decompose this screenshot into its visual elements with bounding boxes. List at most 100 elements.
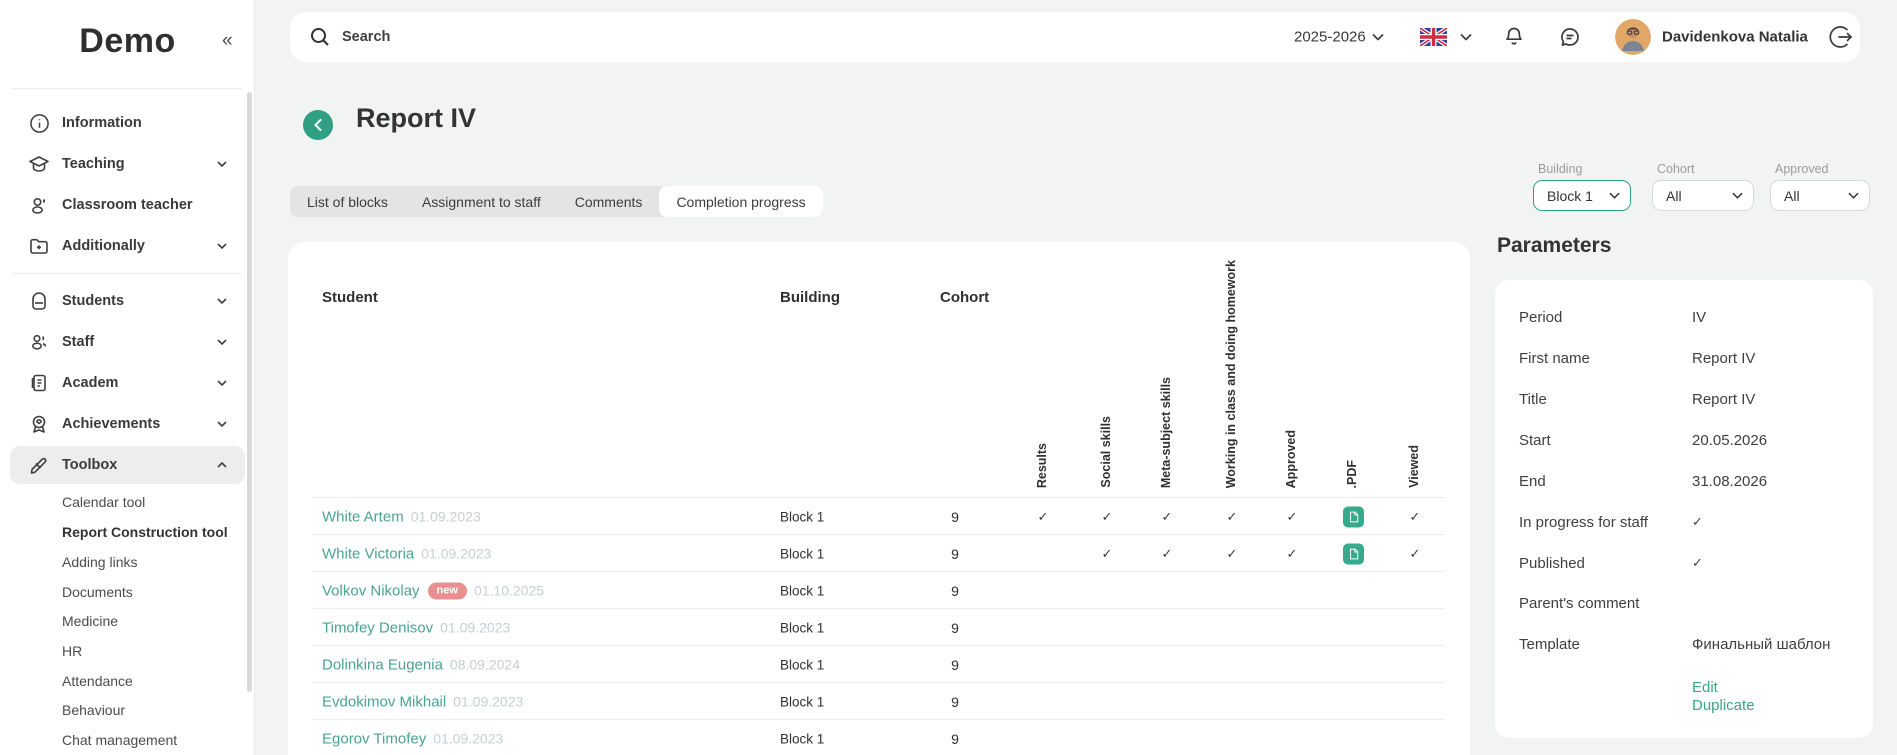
sidebar-scrollbar[interactable] (247, 92, 252, 692)
sidebar-item-staff[interactable]: Staff (0, 325, 255, 359)
cohort-cell: 9 (940, 731, 970, 747)
page-title: Report IV (356, 103, 476, 134)
student-link[interactable]: Dolinkina Eugenia (322, 656, 443, 673)
pdf-icon[interactable] (1343, 543, 1364, 564)
chevron-up-icon (217, 462, 227, 468)
param-label: First name (1519, 350, 1590, 367)
building-cell: Block 1 (780, 620, 824, 635)
notifications-bell-icon[interactable] (1502, 25, 1526, 49)
student-link[interactable]: White Victoria (322, 545, 414, 562)
arrow-left-icon (310, 117, 326, 133)
cohort-select[interactable]: All (1652, 180, 1754, 211)
cohort-cell: 9 (940, 694, 970, 710)
submenu-medicine[interactable]: Medicine (62, 613, 118, 629)
tab-comments[interactable]: Comments (558, 186, 660, 217)
divider (12, 273, 242, 274)
sidebar-collapse-button[interactable]: « (222, 30, 233, 52)
cohort-cell: 9 (940, 657, 970, 673)
select-value: Block 1 (1547, 188, 1609, 204)
column-header-meta-subject-skills: Meta-subject skills (1159, 377, 1173, 488)
pdf-icon[interactable] (1343, 506, 1364, 527)
building-select[interactable]: Block 1 (1533, 180, 1631, 211)
sidebar-item-classroom-teacher[interactable]: Classroom teacher (0, 188, 255, 222)
sidebar-item-academ[interactable]: Academ (0, 366, 255, 400)
building-cell: Block 1 (780, 694, 824, 709)
sidebar-item-achievements[interactable]: Achievements (0, 407, 255, 441)
completion-progress-table: Student Building Cohort Results Social s… (288, 242, 1470, 755)
submenu-documents[interactable]: Documents (62, 584, 133, 600)
search-icon (308, 25, 332, 49)
user-avatar[interactable] (1615, 19, 1651, 55)
approved-select[interactable]: All (1770, 180, 1870, 211)
tab-assignment-to-staff[interactable]: Assignment to staff (405, 186, 558, 217)
param-label: End (1519, 473, 1546, 490)
building-cell: Block 1 (780, 583, 824, 598)
submenu-behaviour[interactable]: Behaviour (62, 702, 125, 718)
tab-bar: List of blocks Assignment to staff Comme… (290, 186, 823, 217)
submenu-hr[interactable]: HR (62, 643, 82, 659)
filter-label: Building (1538, 162, 1631, 176)
medal-icon (28, 413, 50, 435)
messages-icon[interactable] (1558, 25, 1582, 49)
param-value: Report IV (1692, 391, 1755, 408)
enrol-date: 01.09.2023 (433, 731, 503, 747)
cohort-cell: 9 (940, 583, 970, 599)
column-header-results: Results (1035, 443, 1049, 488)
param-check: ✓ (1692, 555, 1703, 571)
tab-completion-progress[interactable]: Completion progress (659, 186, 822, 217)
submenu-chat-management[interactable]: Chat management (62, 732, 177, 748)
sidebar-item-label: Academ (62, 375, 118, 391)
info-icon (28, 112, 50, 134)
people-icon (28, 331, 50, 353)
student-link[interactable]: Evdokimov Mikhail (322, 693, 446, 710)
sidebar-item-teaching[interactable]: Teaching (0, 147, 255, 181)
table-row: Egorov Timofey 01.09.2023 Block 1 9 (288, 720, 1470, 755)
search-input[interactable] (342, 12, 722, 62)
sidebar: Demo « Information Teaching Classroom te… (0, 0, 255, 755)
sidebar-item-label: Achievements (62, 416, 160, 432)
sidebar-item-label: Students (62, 293, 124, 309)
submenu-adding-links[interactable]: Adding links (62, 554, 138, 570)
student-link[interactable]: Egorov Timofey (322, 730, 426, 747)
parameters-title: Parameters (1497, 234, 1611, 258)
submenu-calendar-tool[interactable]: Calendar tool (62, 494, 145, 510)
sidebar-item-information[interactable]: Information (0, 106, 255, 140)
back-button[interactable] (303, 110, 333, 140)
cohort-cell: 9 (940, 509, 970, 525)
duplicate-link[interactable]: Duplicate (1692, 697, 1755, 714)
submenu-attendance[interactable]: Attendance (62, 673, 133, 689)
chevron-down-icon[interactable] (1372, 34, 1384, 41)
chevron-down-icon (1848, 192, 1859, 199)
param-check: ✓ (1692, 514, 1703, 530)
param-value: IV (1692, 309, 1706, 326)
sidebar-item-toolbox[interactable]: Toolbox (0, 448, 255, 482)
edit-link[interactable]: Edit (1692, 679, 1718, 696)
school-year-selector[interactable]: 2025-2026 (1294, 29, 1366, 46)
building-cell: Block 1 (780, 657, 824, 672)
sidebar-item-label: Toolbox (62, 457, 117, 473)
building-cell: Block 1 (780, 509, 824, 524)
uk-flag-icon[interactable] (1420, 28, 1447, 46)
column-header-social-skills: Social skills (1099, 416, 1113, 488)
sidebar-item-students[interactable]: Students (0, 284, 255, 318)
logout-icon[interactable] (1828, 24, 1854, 50)
param-label: Title (1519, 391, 1547, 408)
sidebar-item-additionally[interactable]: Additionally (0, 229, 255, 263)
select-value: All (1666, 188, 1732, 204)
check-meta: ✓ (1157, 546, 1177, 562)
student-link[interactable]: Volkov Nikolay (322, 582, 420, 599)
table-row: Volkov Nikolaynew01.10.2025 Block 1 9 (288, 572, 1470, 609)
chevron-down-icon[interactable] (1460, 34, 1472, 41)
tab-list-of-blocks[interactable]: List of blocks (290, 186, 405, 217)
student-link[interactable]: White Artem (322, 508, 404, 525)
check-working: ✓ (1222, 509, 1242, 525)
check-approved: ✓ (1282, 509, 1302, 525)
user-name[interactable]: Davidenkova Natalia (1662, 29, 1808, 46)
graduation-cap-icon (28, 153, 50, 175)
student-link[interactable]: Timofey Denisov (322, 619, 433, 636)
building-cell: Block 1 (780, 731, 824, 746)
sidebar-item-label: Information (62, 115, 142, 131)
enrol-date: 01.10.2025 (474, 583, 544, 599)
submenu-report-construction-tool[interactable]: Report Construction tool (62, 524, 228, 540)
sidebar-item-label: Classroom teacher (62, 197, 193, 213)
